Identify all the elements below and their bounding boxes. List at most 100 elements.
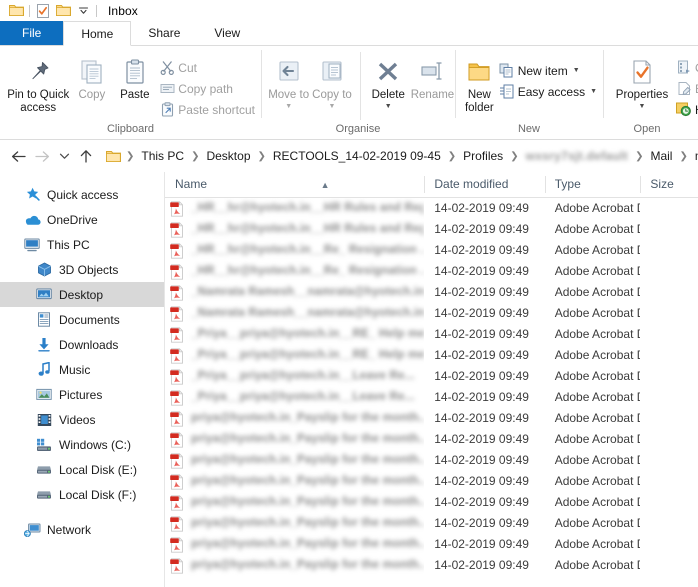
- cut-button[interactable]: Cut: [156, 57, 261, 78]
- breadcrumb-item-profile-redacted[interactable]: wxsry7sjt.default: [524, 149, 630, 163]
- pdf-file-icon: [169, 305, 185, 322]
- sidebar-item-onedrive[interactable]: OneDrive: [0, 207, 165, 232]
- file-name-cell[interactable]: _HR__hr@hyotech.in__Re_ Resignation ...: [165, 240, 424, 261]
- new-folder-button[interactable]: New folder: [463, 50, 496, 115]
- column-header-name[interactable]: Name ▲: [165, 172, 424, 197]
- column-header-type[interactable]: Type: [544, 172, 641, 197]
- new-item-button[interactable]: New item ▼: [496, 60, 603, 81]
- copy-button[interactable]: Copy: [70, 50, 113, 102]
- file-name-cell[interactable]: _Priya__priya@hyotech.in__RE_ Help me ..…: [165, 324, 424, 345]
- sidebar-item-pictures[interactable]: Pictures: [0, 382, 165, 407]
- breadcrumb-item-mail[interactable]: Mail: [648, 149, 674, 163]
- table-row[interactable]: priya@hyotech.in_Payslip for the month..…: [165, 534, 698, 555]
- delete-button[interactable]: Delete ▼: [367, 50, 410, 110]
- move-to-button[interactable]: Move to ▼: [267, 50, 310, 110]
- file-name-cell[interactable]: _HR__hr@hyotech.in__Re_ Resignation ...: [165, 261, 424, 282]
- paste-shortcut-button[interactable]: Paste shortcut: [156, 99, 261, 120]
- recent-locations-button[interactable]: [54, 144, 74, 168]
- tab-home[interactable]: Home: [63, 21, 132, 46]
- table-row[interactable]: _HR__hr@hyotech.in__HR Rules and Reg... 1…: [165, 198, 698, 219]
- file-name-cell[interactable]: priya@hyotech.in_Payslip for the month..…: [165, 555, 424, 576]
- table-row[interactable]: _Priya__priya@hyotech.in__RE_ Help me ..…: [165, 345, 698, 366]
- sidebar-item-documents[interactable]: Documents: [0, 307, 165, 332]
- file-name-cell[interactable]: priya@hyotech.in_Payslip for the month..…: [165, 429, 424, 450]
- column-header-date-modified[interactable]: Date modified: [424, 172, 544, 197]
- file-name-cell[interactable]: priya@hyotech.in_Payslip for the month..…: [165, 513, 424, 534]
- breadcrumb-item-mail-t[interactable]: mail.t: [693, 149, 698, 163]
- tab-file[interactable]: File: [0, 21, 64, 46]
- column-header-size[interactable]: Size: [640, 172, 698, 197]
- tab-share[interactable]: Share: [131, 21, 197, 46]
- table-row[interactable]: _Priya__priya@hyotech.in__Leave Re... 14-…: [165, 387, 698, 408]
- file-name-cell[interactable]: _Priya__priya@hyotech.in__Leave Re...: [165, 387, 424, 408]
- file-name-cell[interactable]: priya@hyotech.in_Payslip for the month..…: [165, 534, 424, 555]
- breadcrumb-item-profiles[interactable]: Profiles: [461, 149, 505, 163]
- sidebar-item-music[interactable]: Music: [0, 357, 165, 382]
- file-name-cell[interactable]: _Priya__priya@hyotech.in__Leave Re...: [165, 366, 424, 387]
- file-name-cell[interactable]: _HR__hr@hyotech.in__HR Rules and Reg...: [165, 198, 424, 219]
- table-row[interactable]: priya@hyotech.in_Payslip for the month..…: [165, 408, 698, 429]
- history-button[interactable]: His: [673, 99, 698, 120]
- onedrive-cloud-icon: [22, 210, 42, 230]
- file-name-cell[interactable]: priya@hyotech.in_Payslip for the month..…: [165, 471, 424, 492]
- rename-button[interactable]: Rename: [410, 50, 455, 102]
- file-name-cell[interactable]: _Namrata Ramesh__namrata@hyotech.in...: [165, 282, 424, 303]
- table-row[interactable]: _HR__hr@hyotech.in__Re_ Resignation ... 1…: [165, 261, 698, 282]
- sidebar-label: Local Disk (E:): [59, 462, 138, 477]
- file-name-cell[interactable]: _Priya__priya@hyotech.in__RE_ Help me ..…: [165, 345, 424, 366]
- table-row[interactable]: _HR__hr@hyotech.in__HR Rules and Reg... 1…: [165, 219, 698, 240]
- edit-button[interactable]: Edi: [673, 78, 698, 99]
- customize-chevron-icon[interactable]: [73, 1, 93, 21]
- copy-path-button[interactable]: Copy path: [156, 78, 261, 99]
- title-bar: Inbox: [0, 0, 698, 21]
- file-name-cell[interactable]: _Namrata Ramesh__namrata@hyotech.in...: [165, 303, 424, 324]
- tab-view[interactable]: View: [197, 21, 257, 46]
- file-name-cell[interactable]: priya@hyotech.in_Payslip for the month..…: [165, 450, 424, 471]
- sidebar-item-videos[interactable]: Videos: [0, 407, 165, 432]
- table-row[interactable]: _Priya__priya@hyotech.in__RE_ Help me ..…: [165, 324, 698, 345]
- copy-to-button[interactable]: Copy to ▼: [310, 50, 353, 110]
- table-row[interactable]: _HR__hr@hyotech.in__Re_ Resignation ... 1…: [165, 240, 698, 261]
- new-folder-icon[interactable]: [53, 1, 73, 21]
- sidebar-item-quick-access[interactable]: Quick access: [0, 182, 165, 207]
- breadcrumb[interactable]: ❯ This PC ❯ Desktop ❯ RECTOOLS_14-02-201…: [102, 145, 698, 167]
- sidebar-item-local-disk-e[interactable]: Local Disk (E:): [0, 457, 165, 482]
- breadcrumb-item-rectools[interactable]: RECTOOLS_14-02-2019 09-45: [271, 149, 443, 163]
- table-row[interactable]: priya@hyotech.in_Payslip for the month..…: [165, 513, 698, 534]
- table-row[interactable]: _Priya__priya@hyotech.in__Leave Re... 14-…: [165, 366, 698, 387]
- table-row[interactable]: priya@hyotech.in_Payslip for the month..…: [165, 555, 698, 576]
- qat-divider: [29, 4, 30, 17]
- new-folder-icon: [464, 55, 494, 89]
- table-row[interactable]: _Namrata Ramesh__namrata@hyotech.in... 14…: [165, 303, 698, 324]
- sidebar-item-windows-c[interactable]: Windows (C:): [0, 432, 165, 457]
- file-name-cell[interactable]: _HR__hr@hyotech.in__HR Rules and Reg...: [165, 219, 424, 240]
- sidebar-item-network[interactable]: Network: [0, 517, 165, 542]
- sidebar-item-desktop[interactable]: Desktop: [0, 282, 165, 307]
- file-name-cell[interactable]: priya@hyotech.in_Payslip for the month..…: [165, 408, 424, 429]
- table-row[interactable]: _Namrata Ramesh__namrata@hyotech.in... 14…: [165, 282, 698, 303]
- sidebar-item-3d-objects[interactable]: 3D Objects: [0, 257, 165, 282]
- sidebar-item-local-disk-f[interactable]: Local Disk (F:): [0, 482, 165, 507]
- easy-access-button[interactable]: Easy access ▼: [496, 81, 603, 102]
- folder-icon[interactable]: [6, 1, 26, 21]
- table-row[interactable]: priya@hyotech.in_Payslip for the month..…: [165, 450, 698, 471]
- breadcrumb-item-this-pc[interactable]: This PC: [139, 149, 186, 163]
- back-button[interactable]: [6, 144, 30, 168]
- table-row[interactable]: priya@hyotech.in_Payslip for the month..…: [165, 429, 698, 450]
- properties-icon[interactable]: [33, 1, 53, 21]
- file-name-cell[interactable]: priya@hyotech.in_Payslip for the month..…: [165, 492, 424, 513]
- table-row[interactable]: priya@hyotech.in_Payslip for the month..…: [165, 492, 698, 513]
- properties-button[interactable]: Properties ▼: [611, 50, 673, 110]
- up-button[interactable]: [74, 144, 98, 168]
- file-type-cell: Adobe Acrobat D...: [554, 558, 641, 572]
- pin-to-quick-access-button[interactable]: Pin to Quick access: [6, 50, 70, 115]
- table-row[interactable]: priya@hyotech.in_Payslip for the month..…: [165, 471, 698, 492]
- breadcrumb-item-desktop[interactable]: Desktop: [204, 149, 252, 163]
- open-button[interactable]: Op: [673, 57, 698, 78]
- sidebar-item-downloads[interactable]: Downloads: [0, 332, 165, 357]
- sidebar-item-this-pc[interactable]: This PC: [0, 232, 165, 257]
- ribbon: Pin to Quick access Copy Paste Cut Copy …: [0, 46, 698, 140]
- file-type-cell: Adobe Acrobat D...: [554, 327, 641, 341]
- paste-button[interactable]: Paste: [113, 50, 156, 102]
- forward-button[interactable]: [30, 144, 54, 168]
